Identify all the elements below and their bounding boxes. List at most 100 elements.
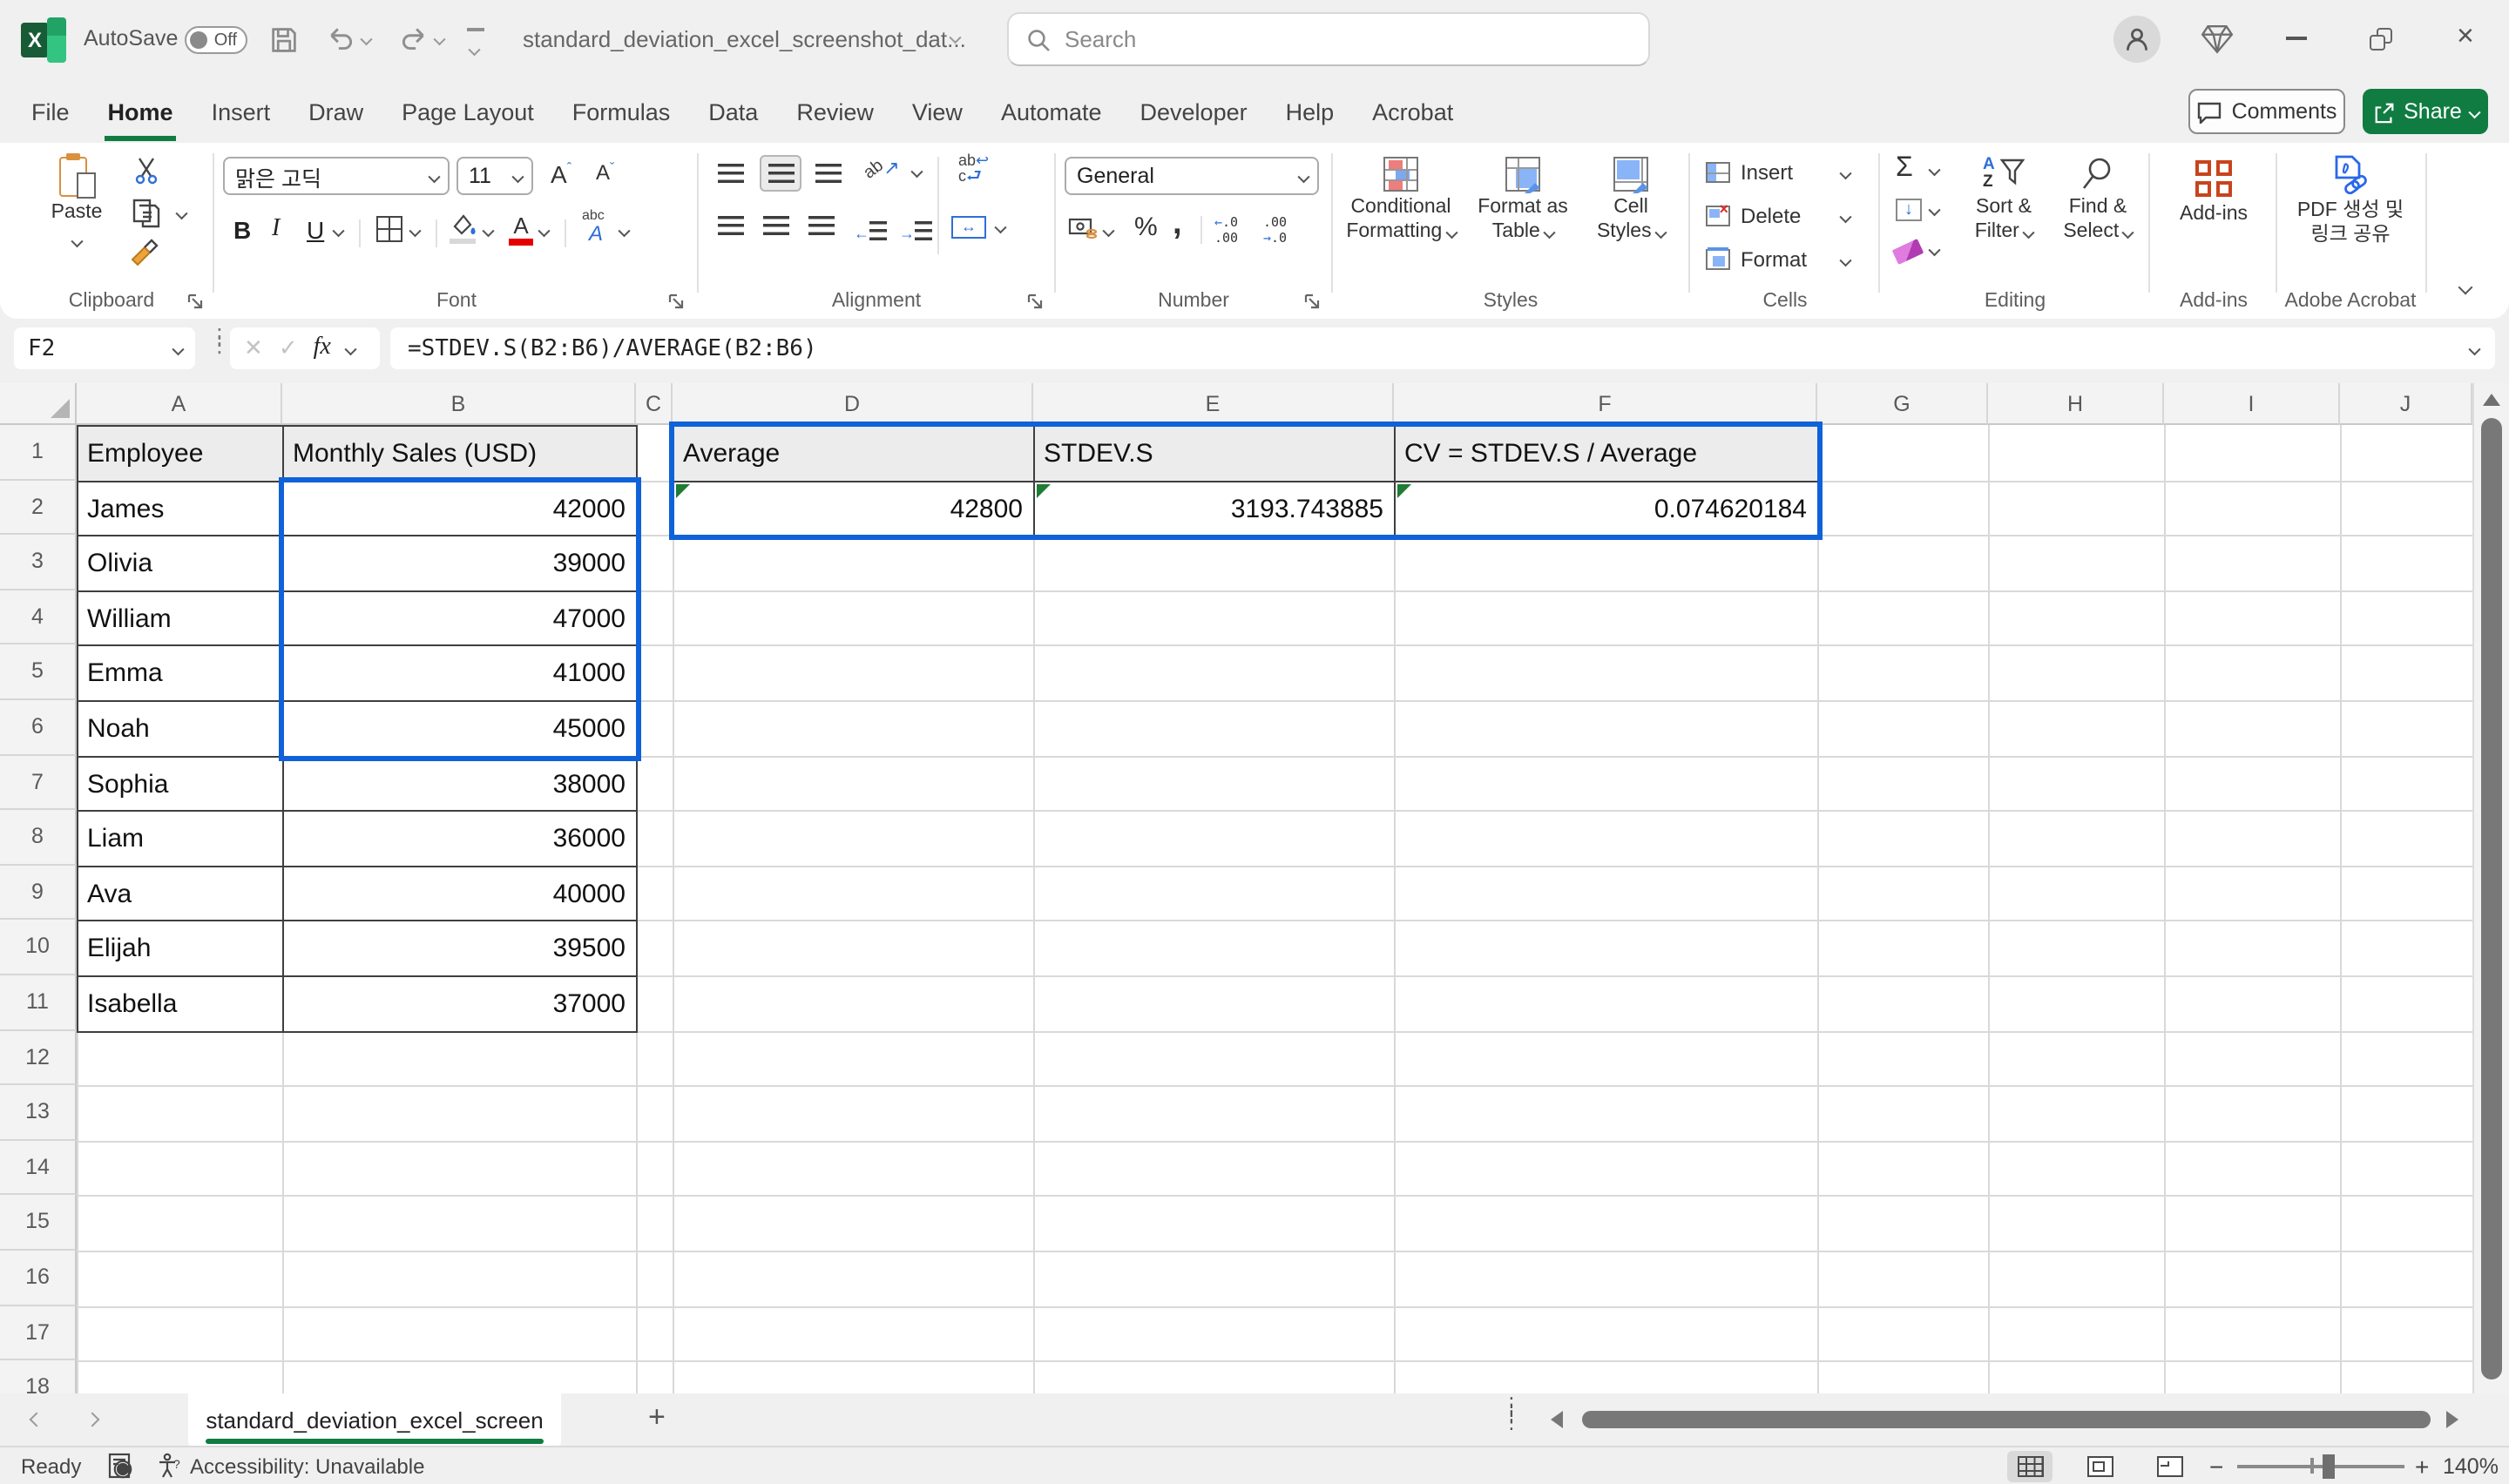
row-header-15[interactable]: 15 <box>0 1196 77 1251</box>
middle-align-icon[interactable] <box>760 155 801 192</box>
row-header-3[interactable]: 3 <box>0 535 77 590</box>
close-button[interactable]: × <box>2457 19 2474 54</box>
paste-button[interactable]: Paste <box>35 153 118 254</box>
add-sheet-button[interactable]: + <box>648 1400 666 1435</box>
borders-dropdown-icon[interactable] <box>409 225 421 236</box>
redo-dropdown-icon[interactable] <box>434 33 445 44</box>
bottom-align-icon[interactable] <box>815 164 842 183</box>
row-header-7[interactable]: 7 <box>0 755 77 810</box>
insert-dropdown-icon[interactable] <box>1840 167 1851 179</box>
undo-dropdown-icon[interactable] <box>361 33 372 44</box>
increase-font-icon[interactable]: Aˆ <box>551 160 571 188</box>
prev-sheet-icon[interactable] <box>30 1413 44 1427</box>
phonetic-dropdown-icon[interactable] <box>619 225 630 236</box>
premium-diamond-icon[interactable] <box>2201 24 2234 54</box>
spreadsheet-grid[interactable]: ABCDEFGHIJ123456789101112131415161718Emp… <box>0 383 2509 1393</box>
copy-dropdown-icon[interactable] <box>176 207 187 219</box>
font-name-select[interactable]: 맑은 고딕 <box>223 157 450 195</box>
tab-view[interactable]: View <box>909 83 966 140</box>
underline-button[interactable]: U <box>307 216 324 244</box>
enter-formula-icon[interactable]: ✓ <box>279 334 298 362</box>
insert-function-icon[interactable]: fx <box>314 334 331 362</box>
scrollbar-splitter-handle[interactable]: ⋮⋮⋮ <box>1502 1402 1521 1428</box>
tab-home[interactable]: Home <box>105 83 177 140</box>
phonetic-guide-icon[interactable]: abc A <box>582 209 605 244</box>
fill-icon[interactable]: ↓ <box>1896 199 1922 221</box>
orientation-icon[interactable]: ab↗ <box>864 157 900 179</box>
cell-B8[interactable]: 36000 <box>282 810 638 867</box>
copy-button[interactable] <box>132 199 160 228</box>
vertical-scrollbar[interactable] <box>2472 383 2509 1393</box>
autosum-dropdown-icon[interactable] <box>1929 164 1940 175</box>
tab-data[interactable]: Data <box>705 83 761 140</box>
align-left-icon[interactable] <box>718 216 744 235</box>
font-color-dropdown-icon[interactable] <box>538 225 550 236</box>
redo-button[interactable] <box>397 23 430 56</box>
font-color-icon[interactable]: A <box>509 212 533 245</box>
excel-app-icon[interactable]: X <box>21 17 66 63</box>
decrease-indent-icon[interactable]: ← <box>854 216 887 247</box>
zoom-level[interactable]: 140% <box>2443 1454 2499 1479</box>
quick-access-overflow-icon[interactable] <box>467 28 488 65</box>
cell-D1[interactable]: Average <box>673 425 1035 482</box>
row-header-10[interactable]: 10 <box>0 921 77 975</box>
search-input[interactable] <box>1065 26 1587 52</box>
column-header-F[interactable]: F <box>1394 383 1817 425</box>
column-header-J[interactable]: J <box>2340 383 2472 425</box>
borders-icon[interactable] <box>376 216 402 242</box>
align-right-icon[interactable] <box>808 216 835 235</box>
row-header-9[interactable]: 9 <box>0 866 77 921</box>
orientation-dropdown-icon[interactable] <box>911 165 923 177</box>
increase-indent-icon[interactable]: → <box>899 216 932 247</box>
restore-button[interactable] <box>2370 28 2392 51</box>
zoom-in-icon[interactable]: + <box>2415 1453 2429 1481</box>
row-header-12[interactable]: 12 <box>0 1030 77 1085</box>
cell-B7[interactable]: 38000 <box>282 755 638 812</box>
percent-style-icon[interactable]: % <box>1134 212 1158 242</box>
merge-center-icon[interactable]: ↔ <box>951 216 986 239</box>
comments-button[interactable]: Comments <box>2188 89 2345 134</box>
autosave-toggle[interactable]: Off <box>185 26 247 54</box>
cell-B10[interactable]: 39500 <box>282 921 638 977</box>
cell-B11[interactable]: 37000 <box>282 975 638 1032</box>
formula-bar-drag-handle[interactable]: ⋮⋮ <box>209 333 230 350</box>
row-header-6[interactable]: 6 <box>0 700 77 755</box>
fill-color-icon[interactable] <box>450 212 477 244</box>
clear-dropdown-icon[interactable] <box>1929 244 1940 255</box>
pdf-create-share-button[interactable]: PDF 생성 및링크 공유 <box>2282 153 2418 248</box>
cut-button[interactable] <box>132 157 160 185</box>
cell-A7[interactable]: Sophia <box>77 755 284 812</box>
formula-input[interactable]: =STDEV.S(B2:B6)/AVERAGE(B2:B6) <box>390 327 2495 369</box>
zoom-out-icon[interactable]: − <box>2209 1453 2223 1481</box>
row-header-16[interactable]: 16 <box>0 1251 77 1305</box>
cell-B9[interactable]: 40000 <box>282 866 638 922</box>
find-select-button[interactable]: Find &Select <box>2056 157 2140 245</box>
row-header-8[interactable]: 8 <box>0 810 77 865</box>
column-header-B[interactable]: B <box>282 383 636 425</box>
name-box[interactable]: F2 <box>14 327 195 369</box>
tab-automate[interactable]: Automate <box>998 83 1106 140</box>
tab-insert[interactable]: Insert <box>208 83 274 140</box>
tab-help[interactable]: Help <box>1282 83 1338 140</box>
cell-A9[interactable]: Ava <box>77 866 284 922</box>
share-button[interactable]: Share <box>2363 89 2488 134</box>
accounting-dropdown-icon[interactable] <box>1103 225 1114 236</box>
scroll-up-icon[interactable] <box>2483 394 2500 406</box>
search-box[interactable] <box>1007 12 1650 66</box>
cell-B5[interactable]: 41000 <box>282 645 638 702</box>
cell-B1[interactable]: Monthly Sales (USD) <box>282 425 638 482</box>
row-header-4[interactable]: 4 <box>0 590 77 645</box>
column-header-G[interactable]: G <box>1817 383 1988 425</box>
delete-cells-button[interactable]: × Delete <box>1706 204 1801 228</box>
zoom-slider-thumb[interactable] <box>2323 1454 2335 1479</box>
clear-icon[interactable] <box>1892 239 1924 265</box>
minimize-button[interactable] <box>2286 37 2310 39</box>
macro-record-icon[interactable] <box>108 1453 134 1479</box>
tab-review[interactable]: Review <box>793 83 877 140</box>
alignment-dialog-launcher-icon[interactable] <box>1026 293 1044 310</box>
cell-A1[interactable]: Employee <box>77 425 284 482</box>
column-header-D[interactable]: D <box>673 383 1033 425</box>
wrap-text-icon[interactable]: ab↩c⮐ <box>958 153 989 186</box>
expand-formula-bar-icon[interactable] <box>2468 343 2479 354</box>
top-align-icon[interactable] <box>718 164 744 183</box>
